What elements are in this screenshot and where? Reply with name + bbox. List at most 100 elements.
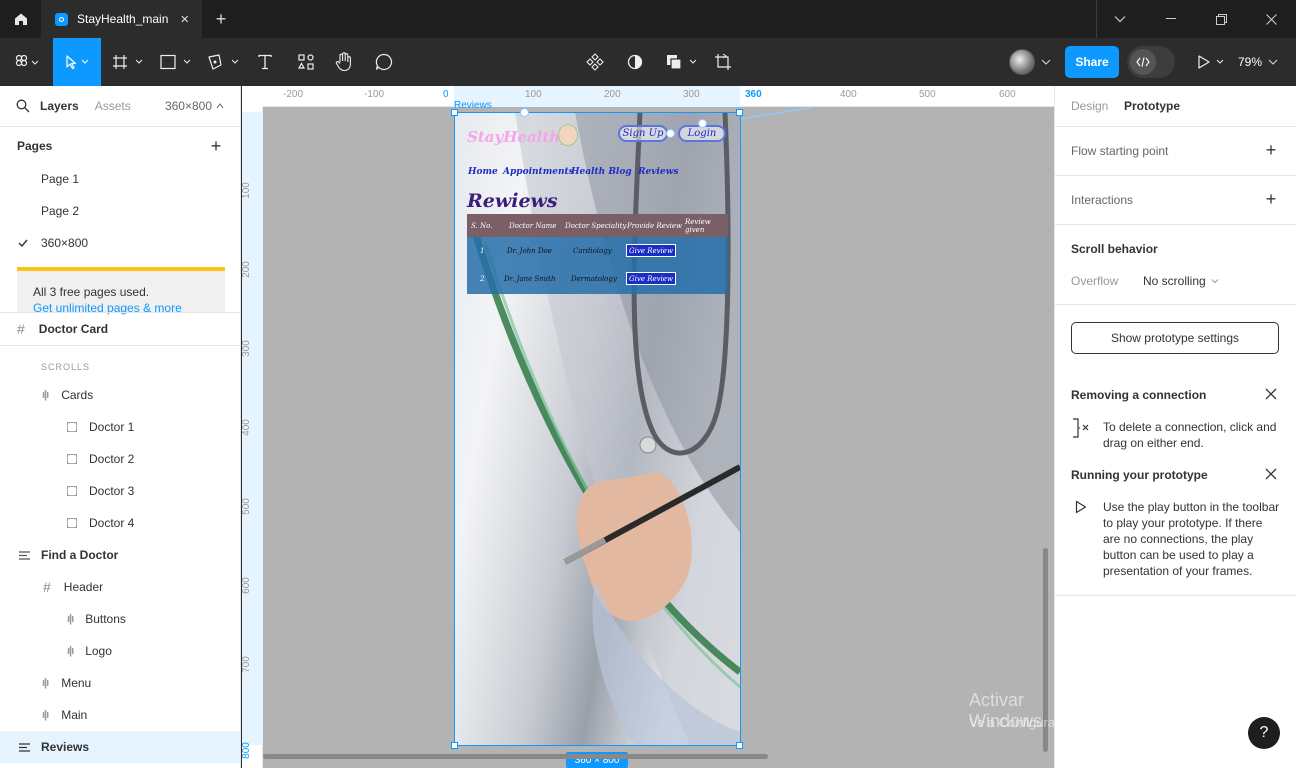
th-sno: S. No. (471, 221, 493, 230)
layer-row[interactable]: Doctor 3 (0, 475, 240, 507)
comment-tool-icon[interactable] (371, 38, 397, 86)
ruler-tick: 100 (525, 89, 542, 100)
dev-mode-toggle[interactable] (1127, 46, 1175, 78)
minimize-icon[interactable] (1156, 0, 1186, 38)
ruler-tick: 100 (242, 182, 252, 199)
chevron-down-icon (1268, 59, 1278, 65)
divider (1055, 224, 1296, 225)
connection-handle[interactable] (520, 108, 529, 117)
close-tab-icon[interactable]: × (180, 11, 189, 28)
layer-row[interactable]: Doctor 1 (0, 411, 240, 443)
tip-title: Removing a connection (1071, 388, 1207, 402)
contrast-icon[interactable] (622, 38, 648, 86)
give-review-button[interactable]: Give Review (626, 272, 676, 285)
tab-assets[interactable]: Assets (95, 99, 131, 113)
collaborators[interactable] (1009, 46, 1057, 78)
layer-row[interactable]: Find a Doctor (0, 539, 240, 571)
frame-name-label[interactable]: Reviews (454, 100, 492, 111)
zoom-menu[interactable]: 79% (1238, 38, 1288, 86)
layer-label: Logo (85, 644, 112, 658)
auto-layout-icon: ı|ı (42, 709, 49, 721)
file-icon (55, 12, 68, 26)
doctor-avatar-icon (558, 124, 578, 146)
vertical-layout-icon (19, 550, 30, 560)
layer-row[interactable]: ı|ı Menu (0, 667, 240, 699)
chevron-up-icon (216, 103, 224, 109)
reviews-frame[interactable]: StayHealthy Sign Up Login Home Appointme… (455, 112, 740, 745)
mockup-table-header: S. No. Doctor Name Doctor Speciality Pro… (467, 214, 728, 237)
close-icon[interactable] (1263, 386, 1279, 402)
layer-row[interactable]: ı|ı Buttons (0, 603, 240, 635)
overflow-select[interactable]: No scrolling (1143, 274, 1219, 288)
help-button[interactable]: ? (1248, 717, 1280, 749)
layer-row[interactable]: Doctor 4 (0, 507, 240, 539)
frame-tool-icon[interactable] (110, 38, 146, 86)
connection-handle[interactable] (698, 119, 707, 128)
resize-handle[interactable] (451, 109, 458, 116)
present-button[interactable] (1194, 38, 1230, 86)
resize-handle[interactable] (736, 109, 743, 116)
resources-icon[interactable] (293, 38, 319, 86)
ruler-tick: 360 (745, 89, 762, 100)
new-tab-icon[interactable]: + (208, 0, 234, 38)
close-icon[interactable] (1263, 466, 1279, 482)
resize-handle[interactable] (451, 742, 458, 749)
layer-row[interactable]: ı|ı Logo (0, 635, 240, 667)
layer-row[interactable]: # Doctor Card (0, 313, 240, 345)
text-tool-icon[interactable] (252, 38, 278, 86)
resize-handle[interactable] (736, 742, 743, 749)
add-page-icon[interactable]: + (208, 136, 224, 156)
add-flow-icon[interactable]: + (1263, 140, 1279, 160)
td-num: 2 (480, 275, 485, 283)
ruler-tick: -200 (283, 89, 304, 100)
horizontal-scrollbar[interactable] (263, 754, 768, 759)
home-icon[interactable] (0, 0, 41, 38)
restore-icon[interactable] (1206, 0, 1236, 38)
layer-row[interactable]: ı|ı Main (0, 699, 240, 731)
tab-layers[interactable]: Layers (40, 99, 79, 113)
layer-label: Doctor 3 (89, 484, 135, 498)
layer-row[interactable]: # Header (0, 571, 240, 603)
give-review-button[interactable]: Give Review (626, 244, 676, 257)
layer-row[interactable]: ı|ı Cards (0, 379, 240, 411)
ruler-tick: 600 (242, 577, 252, 594)
move-tool-icon[interactable] (53, 38, 101, 86)
mockup-signup-button[interactable]: Sign Up (618, 125, 668, 142)
chevron-down-icon[interactable] (1106, 0, 1134, 38)
show-prototype-settings-button[interactable]: Show prototype settings (1071, 322, 1279, 354)
mockup-nav-reviews[interactable]: Reviews (638, 167, 678, 177)
layer-row[interactable]: Doctor 2 (0, 443, 240, 475)
mockup-nav-home[interactable]: Home (468, 167, 498, 177)
canvas[interactable]: -200 -100 0 100 200 300 360 400 500 600 … (242, 86, 1054, 768)
component-icon[interactable] (582, 38, 608, 86)
main-menu-icon[interactable] (8, 38, 46, 86)
vertical-layout-icon (19, 742, 30, 752)
page-item[interactable]: Page 2 (0, 195, 240, 227)
frame-size-dropdown[interactable]: 360×800 (165, 99, 212, 113)
shape-tool-icon[interactable] (156, 38, 194, 86)
auto-layout-icon: ı|ı (42, 389, 49, 401)
page-item[interactable]: Page 1 (0, 163, 240, 195)
close-window-icon[interactable] (1256, 0, 1286, 38)
tab-design[interactable]: Design (1071, 99, 1108, 113)
page-item-current[interactable]: 360×800 (0, 227, 240, 259)
mockup-nav-appointments[interactable]: Appointments (503, 167, 574, 177)
group-icon (67, 486, 77, 496)
file-tab[interactable]: StayHealth_main × (41, 0, 202, 38)
add-interaction-icon[interactable]: + (1263, 189, 1279, 209)
crop-icon[interactable] (710, 38, 736, 86)
tab-prototype[interactable]: Prototype (1124, 99, 1180, 113)
th-provide-review: Provide Review (627, 221, 683, 230)
hand-tool-icon[interactable] (331, 38, 357, 86)
share-button[interactable]: Share (1065, 46, 1119, 78)
connection-handle[interactable] (666, 129, 675, 138)
search-icon (16, 99, 30, 113)
layer-row-selected[interactable]: Reviews (0, 731, 240, 763)
checkmark-icon (18, 239, 28, 247)
zoom-label: 79% (1238, 55, 1263, 69)
chevron-down-icon (1041, 59, 1051, 65)
pen-tool-icon[interactable] (204, 38, 242, 86)
mockup-heading: Rewiews (467, 190, 558, 212)
mockup-nav-health-blog[interactable]: Health Blog (571, 167, 632, 177)
boolean-groups-icon[interactable] (664, 38, 700, 86)
